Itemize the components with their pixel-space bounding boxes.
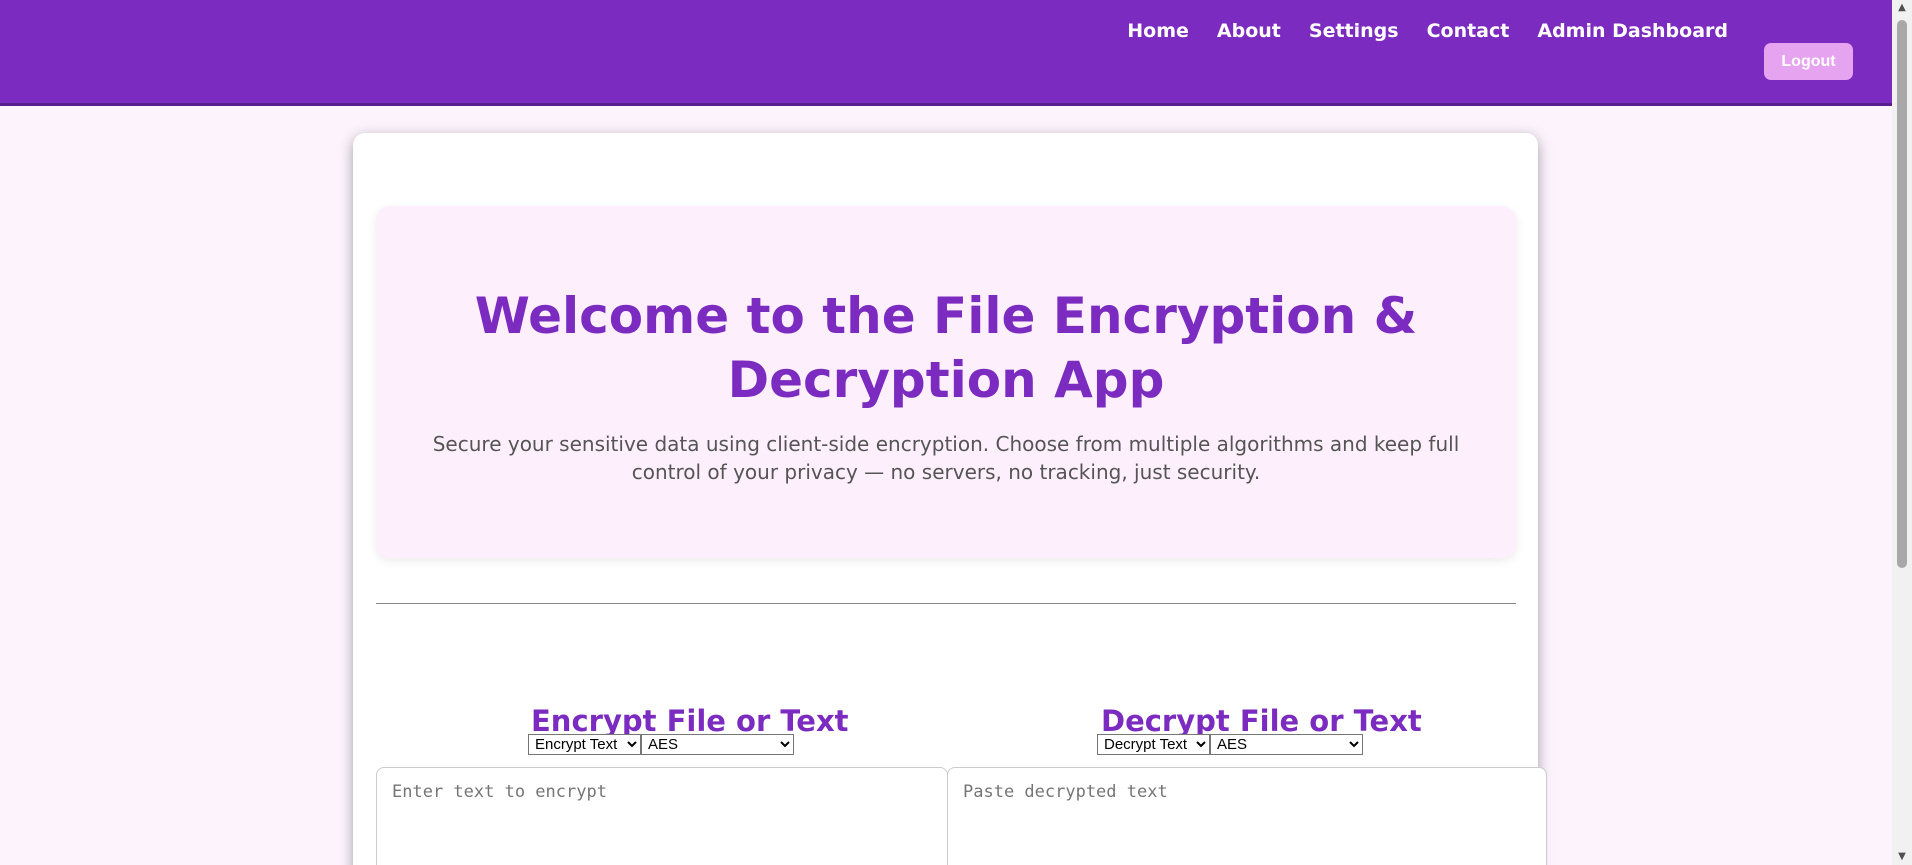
vertical-scrollbar[interactable]: ▲ ▼ xyxy=(1892,0,1912,865)
encrypt-text-input[interactable] xyxy=(376,767,948,865)
main-card: Welcome to the File Encryption & Decrypt… xyxy=(353,133,1547,865)
scroll-down-arrow-icon[interactable]: ▼ xyxy=(1892,849,1912,865)
nav-link-about[interactable]: About xyxy=(1217,20,1281,42)
encrypt-section-title: Encrypt File or Text xyxy=(531,704,849,739)
scroll-up-arrow-icon[interactable]: ▲ xyxy=(1892,0,1912,16)
decrypt-text-input[interactable] xyxy=(947,767,1547,865)
decrypt-section-title: Decrypt File or Text xyxy=(1101,704,1422,739)
main-nav: Home About Settings Contact Admin Dashbo… xyxy=(1127,20,1728,42)
encrypt-mode-select[interactable]: Encrypt Text xyxy=(528,734,641,755)
nav-link-home[interactable]: Home xyxy=(1127,20,1189,42)
hero-description: Secure your sensitive data using client-… xyxy=(432,432,1460,484)
scrollbar-thumb[interactable] xyxy=(1897,20,1907,568)
page-title: Welcome to the File Encryption & Decrypt… xyxy=(474,287,1418,409)
nav-link-admin-dashboard[interactable]: Admin Dashboard xyxy=(1537,20,1728,42)
top-navigation-bar: Home About Settings Contact Admin Dashbo… xyxy=(0,0,1892,106)
hero-section: Welcome to the File Encryption & Decrypt… xyxy=(376,206,1516,558)
encrypt-algorithm-select[interactable]: AES xyxy=(641,734,794,755)
decrypt-mode-select[interactable]: Decrypt Text xyxy=(1097,734,1210,755)
logout-button[interactable]: Logout xyxy=(1764,43,1853,80)
nav-link-contact[interactable]: Contact xyxy=(1427,20,1510,42)
section-divider xyxy=(376,603,1516,604)
decrypt-algorithm-select[interactable]: AES xyxy=(1210,734,1363,755)
nav-link-settings[interactable]: Settings xyxy=(1309,20,1399,42)
